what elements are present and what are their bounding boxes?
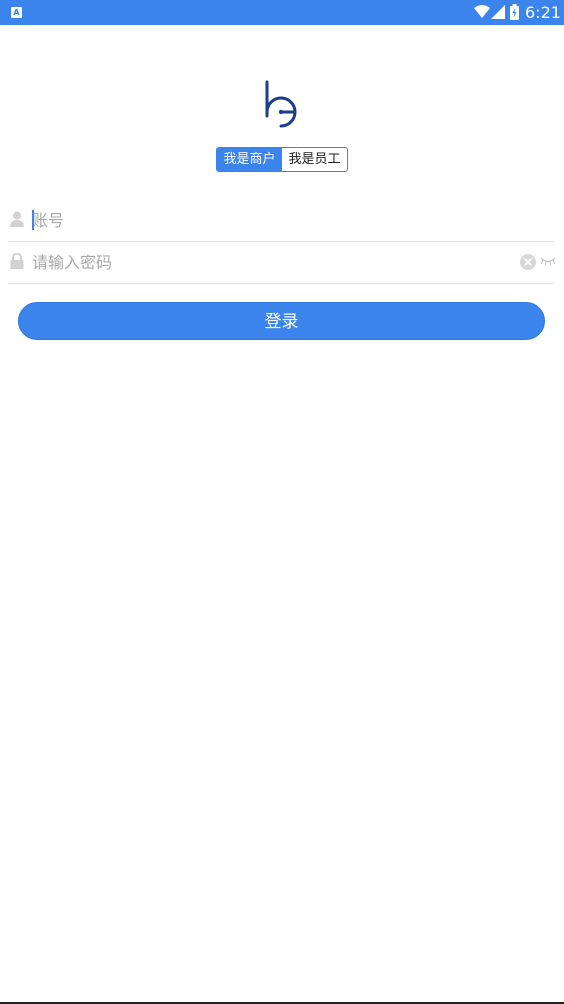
account-input[interactable]: [32, 207, 502, 233]
status-bar: A 6:21: [0, 0, 564, 25]
clear-icon[interactable]: [520, 254, 536, 270]
lock-icon: [10, 253, 24, 269]
password-input[interactable]: [32, 249, 502, 275]
account-field: [8, 199, 554, 242]
password-field: [8, 241, 556, 284]
status-time: 6:21: [525, 3, 561, 22]
battery-charging-icon: [510, 4, 519, 20]
cell-signal-icon: [491, 5, 505, 19]
login-button[interactable]: 登录: [18, 302, 545, 340]
role-toggle: 我是商户 我是员工: [216, 147, 348, 172]
staff-role-button[interactable]: 我是员工: [282, 148, 347, 171]
wifi-icon: [474, 5, 490, 18]
text-cursor: [32, 210, 34, 230]
eye-closed-icon[interactable]: [540, 255, 556, 267]
user-icon: [10, 211, 24, 227]
merchant-role-button[interactable]: 我是商户: [217, 148, 282, 171]
brand-logo-icon: [265, 80, 297, 128]
app-notification-icon: A: [11, 7, 22, 18]
